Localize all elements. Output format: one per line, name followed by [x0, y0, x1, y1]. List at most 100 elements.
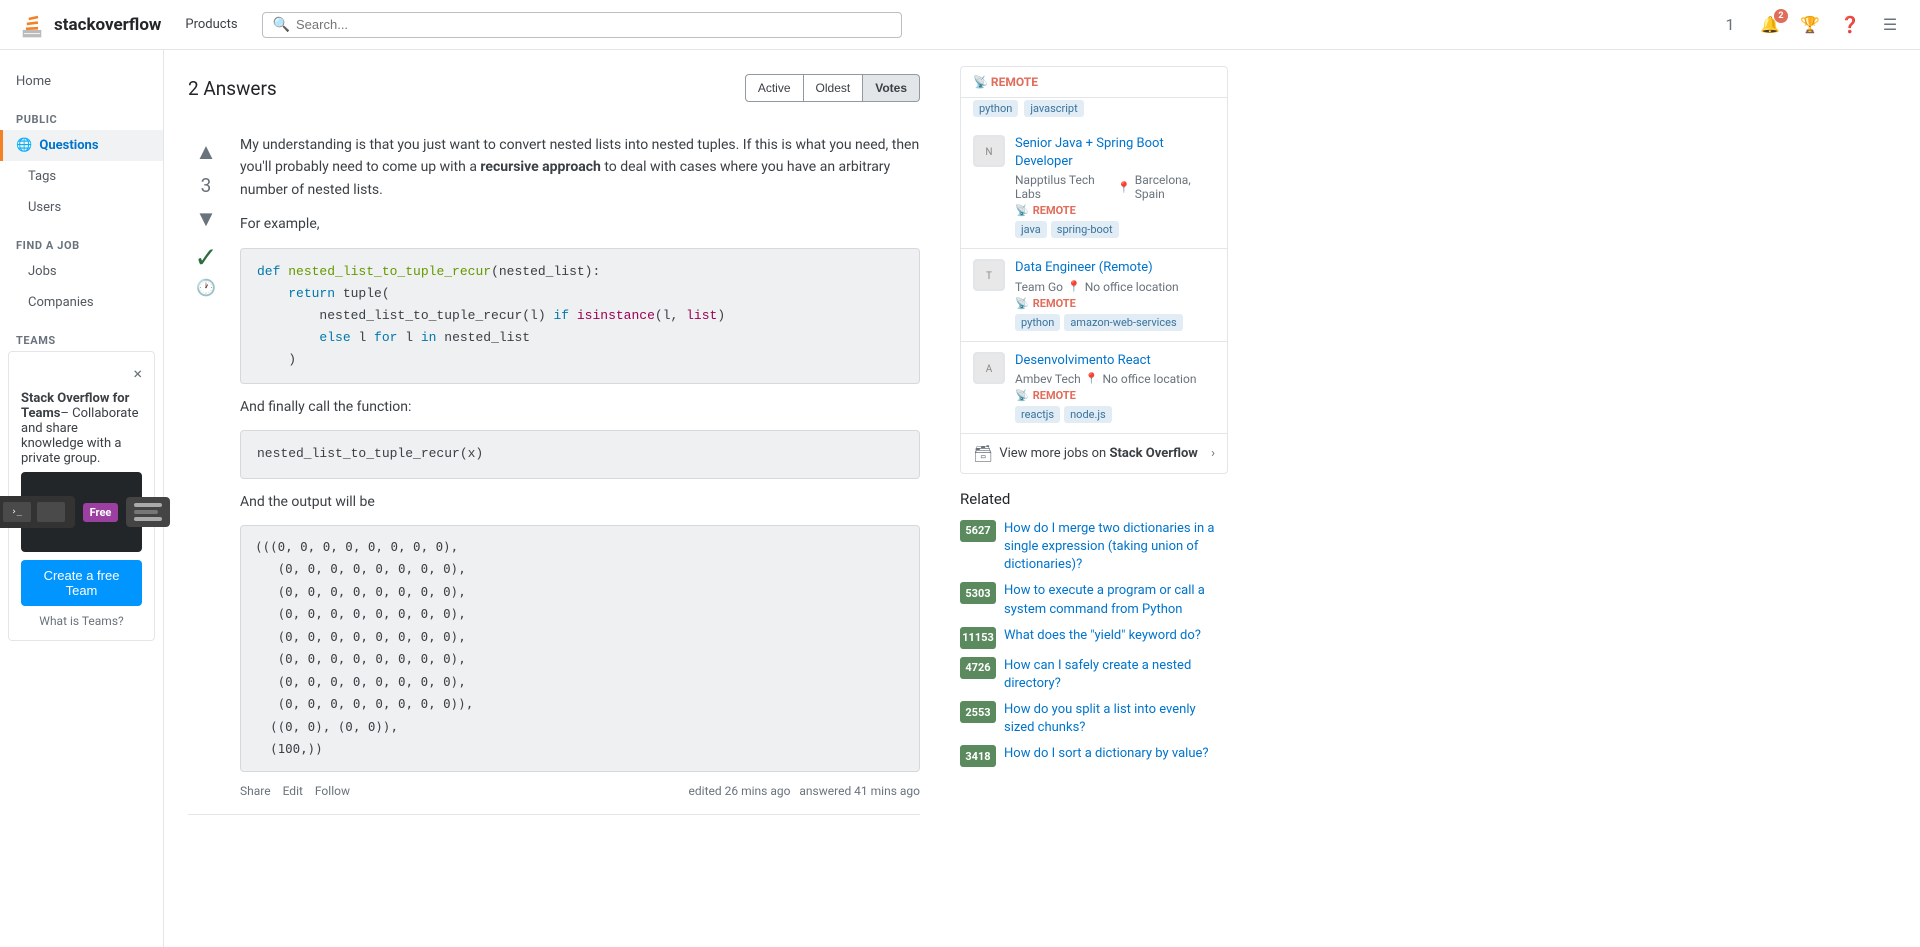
vote-count: 3: [201, 174, 212, 197]
related-link-3[interactable]: What does the "yield" keyword do?: [1004, 627, 1201, 645]
logo[interactable]: stackoverflow: [16, 9, 161, 41]
help-icon[interactable]: ❓: [1836, 11, 1864, 39]
answers-title: 2 Answers: [188, 77, 277, 100]
nav-products[interactable]: Products: [177, 13, 245, 36]
teams-close-button[interactable]: ×: [133, 364, 142, 383]
search-input[interactable]: [296, 17, 891, 32]
tag-python-2[interactable]: python: [1015, 314, 1060, 331]
svg-text:T: T: [986, 271, 992, 282]
what-is-teams-link[interactable]: What is Teams?: [21, 614, 142, 628]
svg-text:N: N: [985, 147, 992, 158]
teams-header: ×: [21, 364, 142, 383]
create-team-button[interactable]: Create a free Team: [21, 560, 142, 606]
job-remote-3: 📡REMOTE: [1015, 389, 1215, 402]
answers-header: 2 Answers Active Oldest Votes: [188, 74, 920, 102]
sidebar-teams-label: TEAMS: [0, 318, 163, 351]
answer-actions: Share Edit Follow edited 26 mins ago ans…: [240, 784, 920, 798]
sidebar: Home PUBLIC 🌐 Questions Tags Users FIND …: [0, 50, 164, 947]
downvote-button[interactable]: ▼: [188, 201, 224, 237]
answer-body: My understanding is that you just want t…: [240, 134, 920, 798]
related-link-1[interactable]: How do I merge two dictionaries in a sin…: [1004, 520, 1228, 575]
related-score-5: 2553: [960, 701, 996, 723]
sort-votes-button[interactable]: Votes: [863, 74, 920, 102]
notif-badge: 2: [1774, 9, 1788, 23]
answer-block: ▲ 3 ▼ ✓ 🕐 My understanding is that you j…: [188, 118, 920, 815]
view-more-jobs-link[interactable]: 🗃 View more jobs on Stack Overflow ›: [961, 434, 1227, 473]
job-remote-2: 📡REMOTE: [1015, 297, 1215, 310]
job-company-1: Napptilus Tech Labs 📍 Barcelona, Spain: [1015, 173, 1215, 201]
job-item-1: N Senior Java + Spring Boot Developer Na…: [961, 125, 1227, 249]
answer-code-block-2: nested_list_to_tuple_recur(x): [240, 430, 920, 478]
tag-aws[interactable]: amazon-web-services: [1064, 314, 1182, 331]
job-title-3[interactable]: Desenvolvimento React: [1015, 352, 1215, 370]
tag-reactjs[interactable]: reactjs: [1015, 406, 1060, 423]
related-title: Related: [960, 490, 1228, 508]
tag-javascript[interactable]: javascript: [1024, 100, 1083, 117]
sort-oldest-button[interactable]: Oldest: [804, 74, 864, 102]
related-score-1: 5627: [960, 520, 996, 542]
sidebar-companies[interactable]: Companies: [0, 287, 163, 318]
teams-free-badge: Free: [83, 503, 119, 522]
related-score-2: 5303: [960, 582, 996, 604]
related-link-4[interactable]: How can I safely create a nested directo…: [1004, 657, 1228, 693]
job-item-2: T Data Engineer (Remote) Team Go 📍 No of…: [961, 249, 1227, 341]
job-tags-row: 📡 REMOTE: [961, 67, 1227, 98]
tag-python[interactable]: python: [973, 100, 1018, 117]
page-wrapper: Home PUBLIC 🌐 Questions Tags Users FIND …: [0, 50, 1920, 947]
header: stackoverflow Products 🔍 1 🔔 2 🏆 ❓ ☰: [0, 0, 1920, 50]
notifications-icon[interactable]: 🔔 2: [1756, 11, 1784, 39]
job-info-3: Desenvolvimento React Ambev Tech 📍 No of…: [1015, 352, 1215, 423]
share-link[interactable]: Share: [240, 784, 271, 798]
logo-text: stackoverflow: [54, 15, 161, 35]
tag-spring-boot[interactable]: spring-boot: [1051, 221, 1119, 238]
sort-active-button[interactable]: Active: [745, 74, 804, 102]
accepted-check-icon: ✓: [194, 241, 217, 274]
inbox-icon[interactable]: 1: [1716, 11, 1744, 39]
search-icon: 🔍: [273, 17, 290, 33]
edit-history-icon[interactable]: 🕐: [196, 278, 216, 297]
sidebar-home[interactable]: Home: [0, 66, 163, 97]
answer-meta: edited 26 mins ago answered 41 mins ago: [689, 784, 920, 798]
teams-sidebar-widget: × Stack Overflow for Teams– Collaborate …: [8, 351, 155, 641]
menu-icon[interactable]: ☰: [1876, 11, 1904, 39]
related-item-5: 2553 How do you split a list into evenly…: [960, 701, 1228, 737]
related-link-2[interactable]: How to execute a program or call a syste…: [1004, 582, 1228, 618]
related-item-2: 5303 How to execute a program or call a …: [960, 582, 1228, 618]
prev-job-tags: python javascript: [961, 98, 1227, 125]
jobs-widget: 📡 REMOTE python javascript N Senior Java…: [960, 66, 1228, 474]
related-score-4: 4726: [960, 657, 996, 679]
sidebar-jobs[interactable]: Jobs: [0, 256, 163, 287]
related-link-5[interactable]: How do you split a list into evenly size…: [1004, 701, 1228, 737]
related-item-6: 3418 How do I sort a dictionary by value…: [960, 745, 1228, 767]
job-tags-1: java spring-boot: [1015, 221, 1215, 238]
related-link-6[interactable]: How do I sort a dictionary by value?: [1004, 745, 1209, 763]
sidebar-tags[interactable]: Tags: [0, 161, 163, 192]
edit-link[interactable]: Edit: [283, 784, 303, 798]
job-tags-2: python amazon-web-services: [1015, 314, 1215, 331]
job-title-1[interactable]: Senior Java + Spring Boot Developer: [1015, 135, 1215, 171]
svg-text:A: A: [986, 364, 993, 375]
achievements-icon[interactable]: 🏆: [1796, 11, 1824, 39]
sidebar-users[interactable]: Users: [0, 192, 163, 223]
job-company-2: Team Go 📍 No office location: [1015, 280, 1215, 294]
related-item-1: 5627 How do I merge two dictionaries in …: [960, 520, 1228, 575]
teams-title-text: Stack Overflow for Teams– Collaborate an…: [21, 391, 142, 466]
main-content: 2 Answers Active Oldest Votes ▲ 3 ▼ ✓ 🕐 …: [164, 50, 944, 947]
tag-nodejs[interactable]: node.js: [1064, 406, 1112, 423]
answer-output-code: (((0, 0, 0, 0, 0, 0, 0, 0), (0, 0, 0, 0,…: [240, 525, 920, 772]
job-title-2[interactable]: Data Engineer (Remote): [1015, 259, 1215, 277]
search-bar: 🔍: [262, 12, 902, 38]
teams-illustration: ›_ Free: [21, 472, 142, 552]
header-icons: 1 🔔 2 🏆 ❓ ☰: [1716, 11, 1904, 39]
sidebar-questions[interactable]: 🌐 Questions: [0, 130, 163, 161]
tag-java[interactable]: java: [1015, 221, 1047, 238]
follow-link[interactable]: Follow: [315, 784, 350, 798]
sidebar-jobs-label: FIND A JOB: [0, 223, 163, 256]
right-sidebar: 📡 REMOTE python javascript N Senior Java…: [944, 50, 1244, 947]
related-score-6: 3418: [960, 745, 996, 767]
sidebar-public-label: PUBLIC: [0, 97, 163, 130]
upvote-button[interactable]: ▲: [188, 134, 224, 170]
job-info-1: Senior Java + Spring Boot Developer Napp…: [1015, 135, 1215, 238]
edited-link[interactable]: edited 26 mins ago: [689, 784, 791, 798]
answer-code-block-1: def nested_list_to_tuple_recur(nested_li…: [240, 248, 920, 384]
